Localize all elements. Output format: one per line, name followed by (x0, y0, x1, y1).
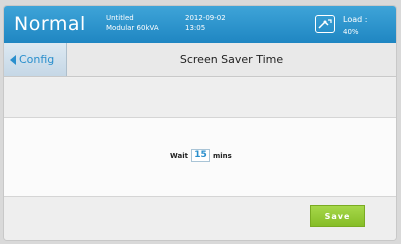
device-name: Untitled (106, 14, 134, 22)
back-button[interactable]: Config (4, 43, 67, 76)
current-time: 13:05 (185, 24, 206, 32)
load-label: Load : (343, 15, 368, 24)
nav-bar: Config Screen Saver Time (4, 43, 396, 77)
unit-label: mins (212, 151, 232, 160)
load-info: Load : 40% (343, 13, 367, 39)
load-gauge-icon[interactable] (315, 15, 335, 33)
back-arrow-icon (10, 54, 16, 65)
save-button[interactable]: Save (310, 205, 365, 227)
spacer-band (4, 78, 396, 117)
load-value: 40% (343, 28, 359, 36)
device-model: Modular 60kVA (106, 24, 159, 32)
status-header: Normal Untitled Modular 60kVA 2012-09-02… (4, 6, 396, 43)
back-button-label: Config (19, 53, 55, 66)
system-mode: Normal (14, 13, 86, 35)
wait-label: Wait (170, 151, 188, 160)
page-title: Screen Saver Time (179, 53, 284, 66)
current-date: 2012-09-02 (185, 14, 226, 22)
device-info: Untitled Modular 60kVA (106, 13, 159, 33)
settings-panel: Wait 15 mins (4, 117, 396, 197)
wait-minutes-input[interactable]: 15 (190, 149, 210, 162)
datetime: 2012-09-02 13:05 (185, 13, 226, 33)
wait-setting-row: Wait 15 mins (170, 149, 232, 162)
